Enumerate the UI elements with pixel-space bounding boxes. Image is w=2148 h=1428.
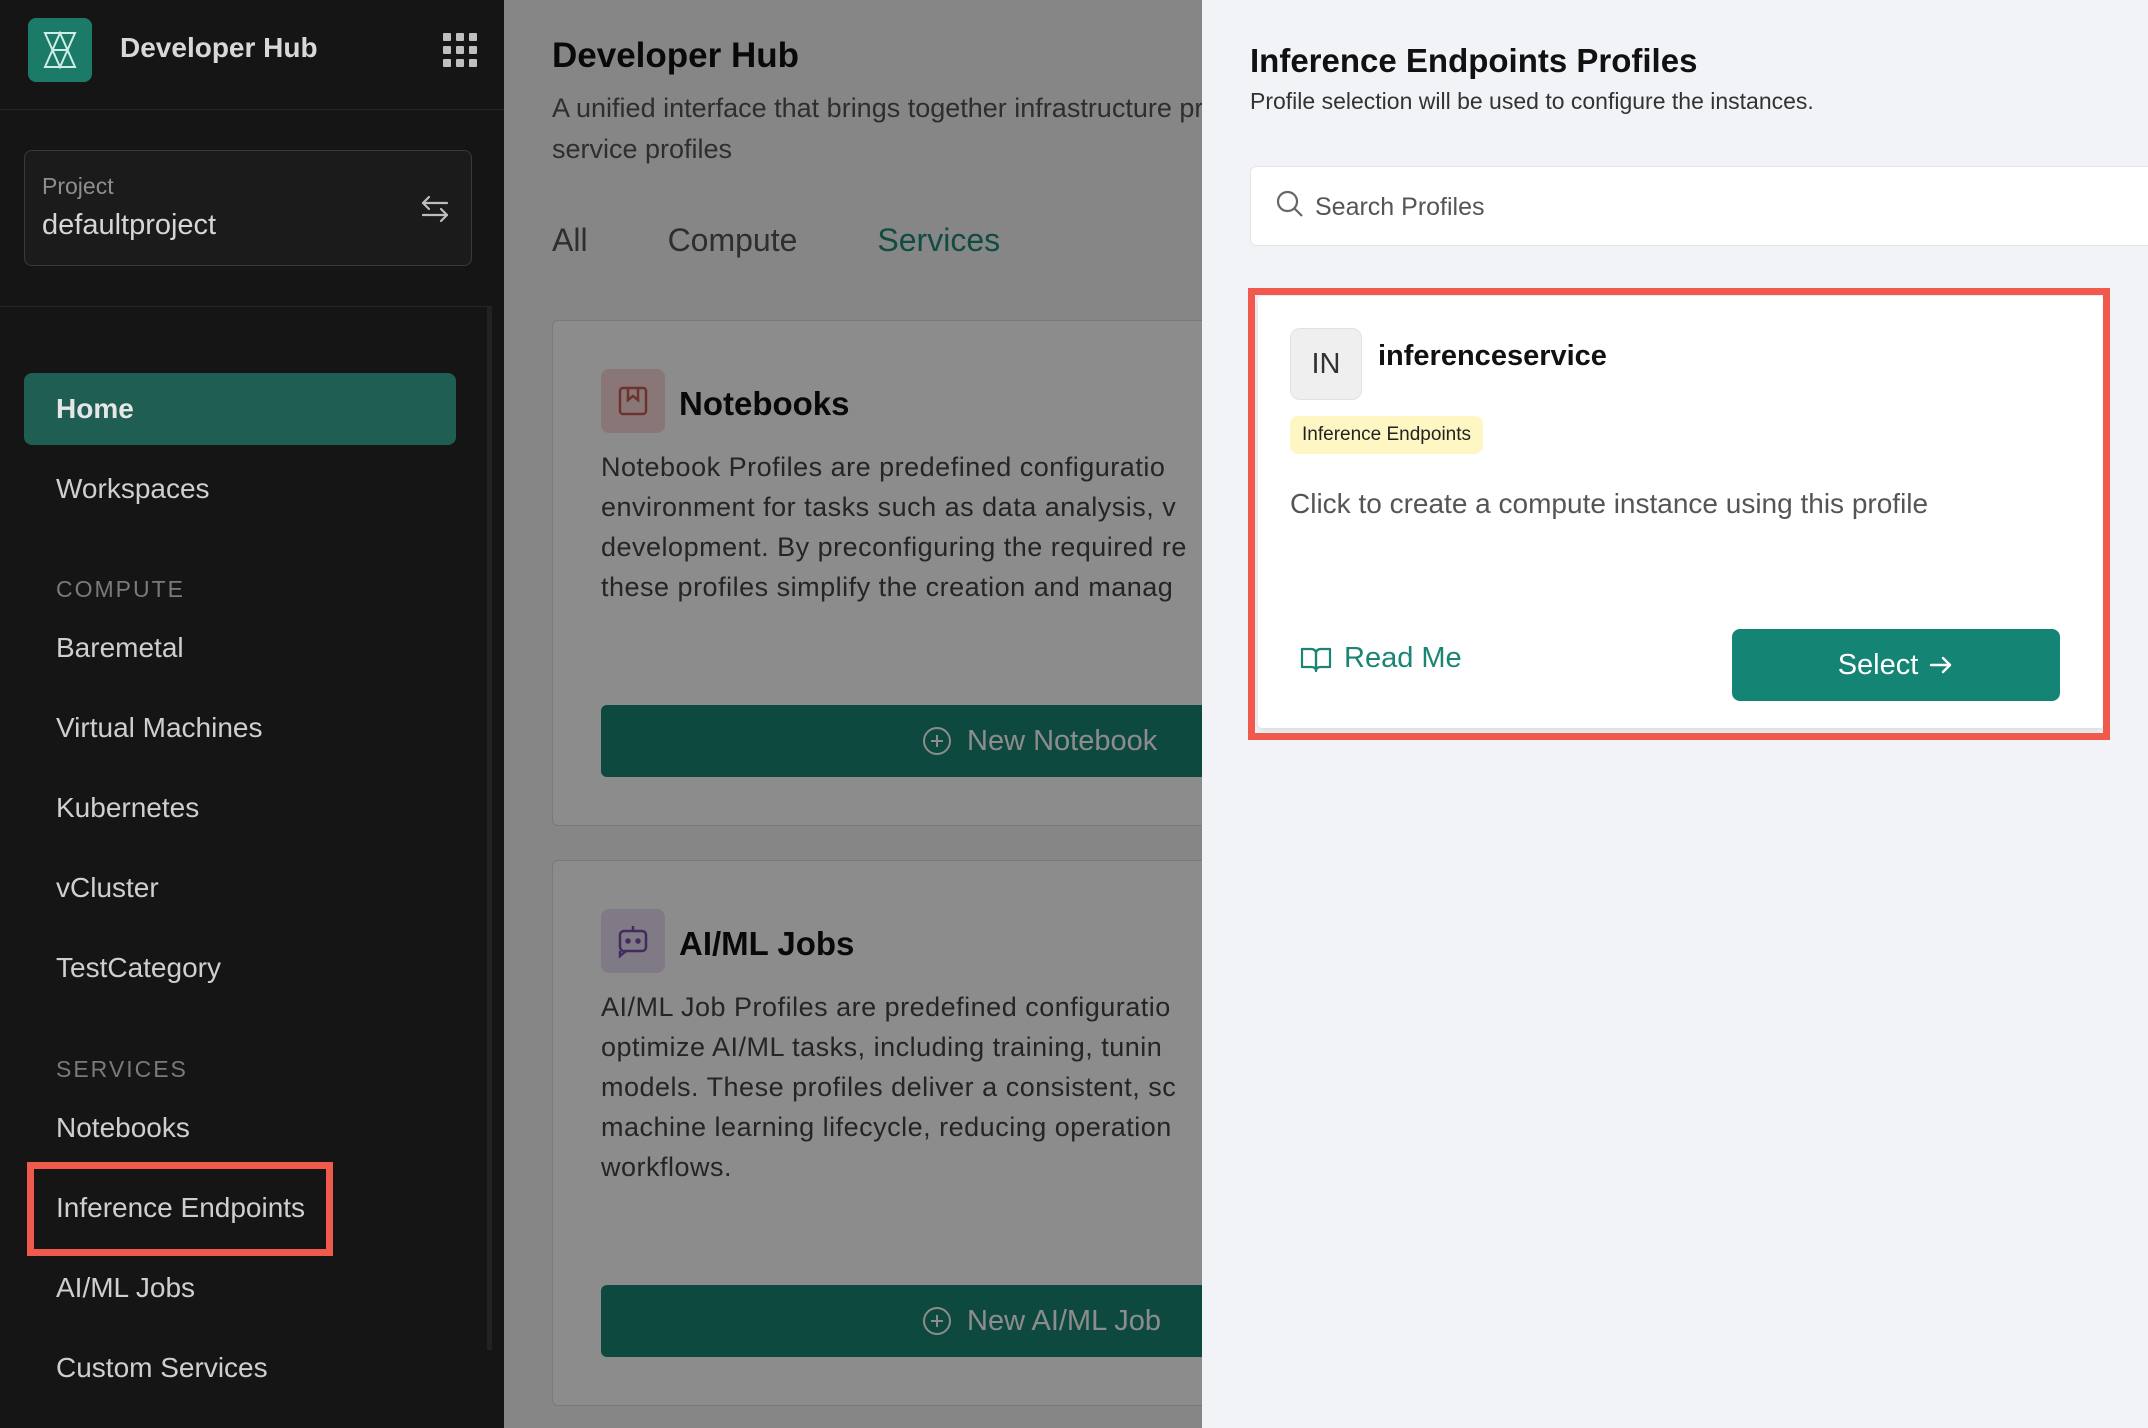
plus-circle-icon — [923, 727, 951, 755]
sidebar-scrollbar[interactable] — [487, 306, 492, 1350]
app-logo-icon[interactable] — [28, 18, 92, 82]
sidebar-item-testcategory[interactable]: TestCategory — [24, 932, 456, 1004]
plus-circle-icon — [923, 1307, 951, 1335]
bot-icon — [601, 909, 665, 973]
profiles-drawer: Inference Endpoints Profiles Profile sel… — [1202, 0, 2148, 1428]
project-value: defaultproject — [42, 209, 217, 241]
select-button[interactable]: Select — [1732, 629, 2060, 701]
profile-card[interactable]: IN inferenceservice Inference Endpoints … — [1258, 296, 2104, 728]
drawer-subtitle: Profile selection will be used to config… — [1250, 88, 1814, 114]
search-profiles-input[interactable]: Search Profiles — [1250, 166, 2148, 246]
search-icon — [1276, 190, 1303, 217]
read-me-link[interactable]: Read Me — [1300, 642, 1462, 675]
notebook-icon — [601, 369, 665, 433]
sidebar-item-home[interactable]: Home — [24, 373, 456, 445]
sidebar: Developer Hub Project defaultproject Hom… — [0, 0, 504, 1428]
sidebar-header: Developer Hub — [0, 0, 504, 110]
page-title: Developer Hub — [552, 36, 799, 75]
project-selector[interactable]: Project defaultproject — [24, 150, 472, 266]
new-notebook-button[interactable]: New Notebook — [601, 705, 1202, 777]
aiml-jobs-card-description: AI/ML Job Profiles are predefined config… — [601, 992, 1177, 1182]
sidebar-item-kubernetes[interactable]: Kubernetes — [24, 772, 456, 844]
swap-icon[interactable] — [419, 191, 451, 227]
profile-type-badge: Inference Endpoints — [1290, 416, 1484, 454]
select-label: Select — [1837, 648, 1919, 681]
sidebar-item-custom-services[interactable]: Custom Services — [24, 1332, 456, 1404]
read-me-label: Read Me — [1344, 642, 1462, 674]
sidebar-item-workspaces[interactable]: Workspaces — [24, 453, 456, 525]
app-grid-icon[interactable] — [443, 33, 477, 67]
app-name: Developer Hub — [120, 32, 318, 63]
book-open-icon — [1300, 647, 1332, 672]
notebooks-card: Notebooks Notebook Profiles are predefin… — [552, 320, 1202, 826]
sidebar-item-vcluster[interactable]: vCluster — [24, 852, 456, 924]
tab-compute[interactable]: Compute — [668, 222, 798, 259]
sidebar-item-inference-endpoints[interactable]: Inference Endpoints — [24, 1172, 456, 1244]
notebooks-card-title: Notebooks — [679, 385, 850, 422]
sidebar-item-notebooks[interactable]: Notebooks — [24, 1092, 456, 1164]
profile-name: inferenceservice — [1378, 340, 1607, 372]
sidebar-item-virtual-machines[interactable]: Virtual Machines — [24, 692, 456, 764]
section-services: SERVICES — [56, 1056, 188, 1082]
drawer-title: Inference Endpoints Profiles — [1250, 42, 1698, 79]
page-description: A unified interface that brings together… — [552, 93, 1202, 164]
sidebar-item-baremetal[interactable]: Baremetal — [24, 612, 456, 684]
new-aiml-job-label: New AI/ML Job — [967, 1304, 1161, 1337]
new-notebook-label: New Notebook — [967, 724, 1158, 757]
sidebar-divider — [0, 306, 488, 307]
search-placeholder: Search Profiles — [1315, 193, 1485, 221]
profile-description: Click to create a compute instance using… — [1290, 488, 1929, 519]
section-compute: COMPUTE — [56, 576, 185, 602]
tab-bar: All Compute Services — [552, 222, 1080, 259]
notebooks-card-description: Notebook Profiles are predefined configu… — [601, 452, 1187, 602]
new-aiml-job-button[interactable]: New AI/ML Job — [601, 1285, 1202, 1357]
main-content: Developer Hub A unified interface that b… — [504, 0, 1202, 1428]
aiml-jobs-card: AI/ML Jobs AI/ML Job Profiles are predef… — [552, 860, 1202, 1406]
profile-avatar: IN — [1290, 328, 1362, 400]
arrow-right-icon — [1930, 656, 1952, 674]
sidebar-item-aiml-jobs[interactable]: AI/ML Jobs — [24, 1252, 456, 1324]
aiml-jobs-card-title: AI/ML Jobs — [679, 925, 855, 962]
tab-all[interactable]: All — [552, 222, 588, 259]
tab-services[interactable]: Services — [877, 222, 1000, 259]
project-label: Project — [42, 173, 114, 199]
